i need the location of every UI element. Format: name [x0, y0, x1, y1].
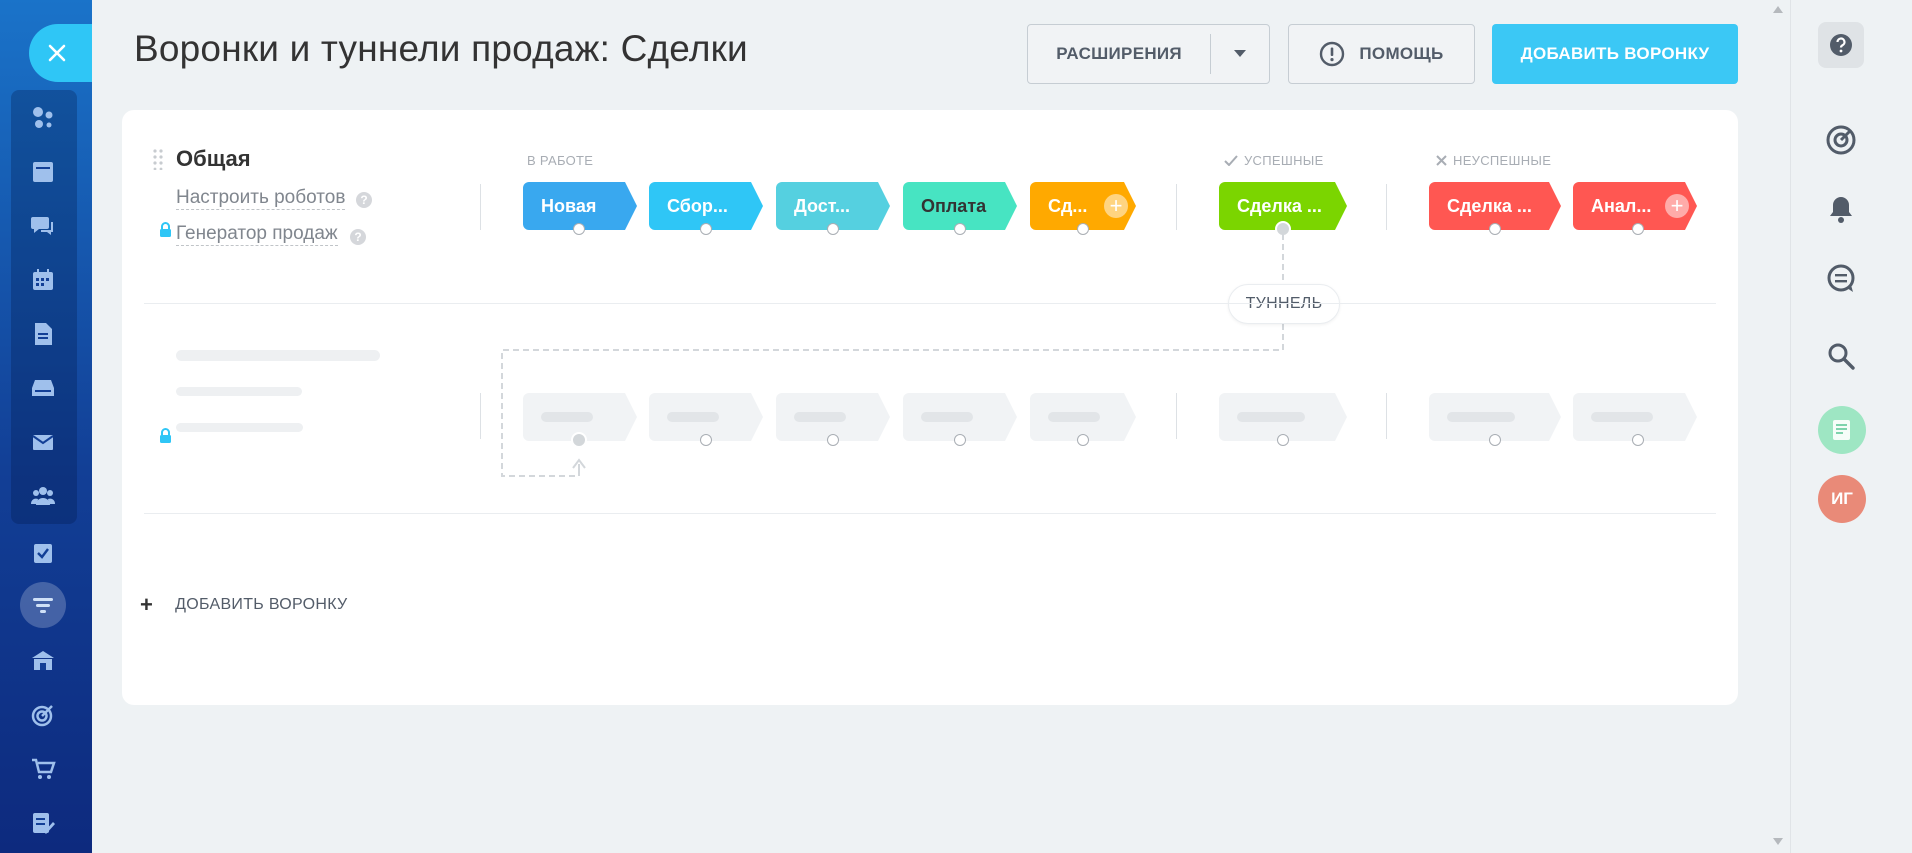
help-button-label: ПОМОЩЬ: [1359, 44, 1444, 63]
nav-chat-icon[interactable]: [23, 206, 63, 246]
extensions-button-label: РАСШИРЕНИЯ: [1056, 44, 1182, 63]
news-widget-button[interactable]: [1818, 406, 1866, 454]
ghost-connector-dot: [700, 434, 712, 446]
extensions-button[interactable]: РАСШИРЕНИЯ: [1027, 24, 1270, 84]
notifications-bell-icon[interactable]: [1821, 189, 1861, 229]
nav-documents-icon[interactable]: [23, 314, 63, 354]
plus-icon: +: [140, 592, 154, 617]
chat-messages-icon[interactable]: [1821, 259, 1861, 299]
left-navigation: [0, 0, 92, 853]
right-sidebar: ИГ: [1790, 0, 1912, 853]
add-funnel-button[interactable]: ДОБАВИТЬ ВОРОНКУ: [1492, 24, 1738, 84]
row-divider: [144, 303, 1716, 304]
nav-calendar-icon[interactable]: [23, 260, 63, 300]
copilot-icon[interactable]: [1821, 120, 1861, 160]
skeleton-line: [176, 423, 303, 432]
nav-forms-icon[interactable]: [23, 803, 63, 843]
stage-separator: [480, 393, 481, 439]
nav-crm-funnel-icon[interactable]: [20, 582, 66, 628]
nav-feed-icon[interactable]: [23, 98, 63, 138]
funnels-card: Общая Настроить роботов ? Генератор прод…: [122, 110, 1738, 705]
ghost-connector-dot: [1277, 434, 1289, 446]
search-icon[interactable]: [1821, 336, 1861, 376]
close-icon: [48, 44, 65, 62]
nav-shop-cart-icon[interactable]: [23, 749, 63, 789]
ghost-connector-dot: [827, 434, 839, 446]
tunnel-badge[interactable]: ТУННЕЛЬ: [1228, 284, 1340, 324]
help-question-button[interactable]: [1818, 22, 1864, 68]
ghost-connector-dot: [571, 432, 587, 448]
nav-company-icon[interactable]: [23, 641, 63, 681]
nav-marketing-target-icon[interactable]: [23, 695, 63, 735]
ghost-connector-dot: [1632, 434, 1644, 446]
lock-icon: [160, 428, 171, 443]
row-divider: [144, 513, 1716, 514]
scroll-down-arrow-icon[interactable]: [1773, 838, 1783, 845]
nav-drive-icon[interactable]: [23, 368, 63, 408]
question-icon: [1830, 34, 1852, 56]
nav-mail-icon[interactable]: [23, 422, 63, 462]
page-scrollbar[interactable]: [1764, 0, 1790, 853]
nav-inbox-icon[interactable]: [23, 152, 63, 192]
nav-employees-icon[interactable]: [23, 476, 63, 516]
page-title: Воронки и туннели продаж: Сделки: [134, 28, 748, 69]
add-funnel-link[interactable]: + ДОБАВИТЬ ВОРОНКУ: [140, 592, 348, 618]
skeleton-line: [176, 387, 302, 396]
user-avatar[interactable]: ИГ: [1818, 475, 1866, 523]
skeleton-line: [176, 350, 380, 361]
newspaper-icon: [1833, 420, 1850, 440]
nav-tasks-icon[interactable]: [23, 533, 63, 573]
extensions-dropdown-toggle[interactable]: [1211, 50, 1269, 58]
chevron-down-icon: [1234, 50, 1247, 57]
stage-separator: [1176, 393, 1177, 439]
ghost-connector-dot: [1489, 434, 1501, 446]
scroll-up-arrow-icon[interactable]: [1773, 6, 1783, 13]
stage-separator: [1386, 393, 1387, 439]
ghost-connector-dot: [954, 434, 966, 446]
exclamation-circle-icon: [1320, 41, 1345, 67]
add-funnel-link-label: ДОБАВИТЬ ВОРОНКУ: [175, 596, 348, 613]
help-button[interactable]: ПОМОЩЬ: [1288, 24, 1475, 84]
add-funnel-button-label: ДОБАВИТЬ ВОРОНКУ: [1520, 44, 1710, 63]
ghost-connector-dot: [1077, 434, 1089, 446]
close-menu-button[interactable]: [29, 24, 92, 82]
